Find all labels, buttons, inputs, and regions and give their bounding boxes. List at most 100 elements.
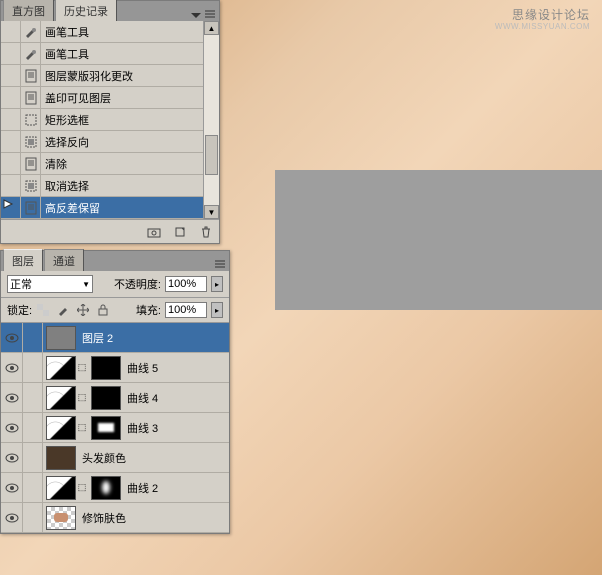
layers-list: 图层 2 ⬚ 曲线 5 ⬚ 曲线 4 ⬚ 曲线 3 头发颜色 ⬚ 曲线 2 修饰… bbox=[1, 323, 229, 533]
opacity-input[interactable]: 100% bbox=[165, 276, 207, 292]
scroll-thumb[interactable] bbox=[205, 135, 218, 175]
history-source-col[interactable] bbox=[1, 197, 21, 218]
layer-thumb[interactable] bbox=[46, 416, 76, 440]
eye-icon bbox=[5, 453, 19, 463]
panel-menu-lines-icon[interactable] bbox=[203, 7, 217, 21]
layer-thumb[interactable] bbox=[46, 506, 76, 530]
scroll-down-icon[interactable]: ▼ bbox=[204, 205, 219, 219]
scroll-up-icon[interactable]: ▲ bbox=[204, 21, 219, 35]
history-item[interactable]: 图层蒙版羽化更改 bbox=[1, 65, 219, 87]
layer-row[interactable]: ⬚ 曲线 2 bbox=[1, 473, 229, 503]
layer-lock-row: 锁定: 填充: 100% ▸ bbox=[1, 298, 229, 323]
layer-mask-thumb[interactable] bbox=[91, 416, 121, 440]
history-source-col[interactable] bbox=[1, 43, 21, 64]
link-col[interactable] bbox=[23, 383, 43, 412]
lock-brush-icon[interactable] bbox=[56, 303, 70, 317]
layer-row[interactable]: ⬚ 曲线 4 bbox=[1, 383, 229, 413]
history-item-label: 画笔工具 bbox=[41, 46, 219, 62]
tab-history[interactable]: 历史记录 bbox=[55, 0, 117, 21]
layer-thumb[interactable] bbox=[46, 386, 76, 410]
link-icon[interactable]: ⬚ bbox=[78, 422, 86, 433]
layers-menu-icon[interactable] bbox=[213, 257, 227, 271]
link-icon[interactable]: ⬚ bbox=[78, 392, 86, 403]
blend-mode-value: 正常 bbox=[10, 276, 32, 292]
layers-panel: 图层 通道 正常 ▼ 不透明度: 100% ▸ 锁定: 填充: 100% ▸ bbox=[0, 250, 230, 534]
history-item[interactable]: 清除 bbox=[1, 153, 219, 175]
link-icon[interactable]: ⬚ bbox=[78, 362, 86, 373]
history-source-col[interactable] bbox=[1, 175, 21, 196]
history-item[interactable]: 取消选择 bbox=[1, 175, 219, 197]
fill-input[interactable]: 100% bbox=[165, 302, 207, 318]
tab-layers[interactable]: 图层 bbox=[3, 249, 43, 271]
fill-arrow-icon[interactable]: ▸ bbox=[211, 302, 223, 318]
history-item-label: 取消选择 bbox=[41, 178, 219, 194]
doc-icon bbox=[22, 69, 40, 83]
layer-label: 曲线 5 bbox=[121, 360, 229, 376]
history-source-col[interactable] bbox=[1, 87, 21, 108]
lock-label: 锁定: bbox=[7, 302, 32, 318]
doc-icon bbox=[22, 157, 40, 171]
history-item[interactable]: 矩形选框 bbox=[1, 109, 219, 131]
history-item[interactable]: 画笔工具 bbox=[1, 43, 219, 65]
opacity-label: 不透明度: bbox=[114, 276, 161, 292]
visibility-toggle[interactable] bbox=[1, 323, 23, 352]
layer-row[interactable]: ⬚ 曲线 3 bbox=[1, 413, 229, 443]
link-col[interactable] bbox=[23, 503, 43, 532]
lock-all-icon[interactable] bbox=[96, 303, 110, 317]
link-col[interactable] bbox=[23, 323, 43, 352]
layer-thumb[interactable] bbox=[46, 446, 76, 470]
link-col[interactable] bbox=[23, 473, 43, 502]
layer-thumb[interactable] bbox=[46, 476, 76, 500]
history-icon-col bbox=[21, 153, 41, 174]
history-source-col[interactable] bbox=[1, 153, 21, 174]
layer-row[interactable]: 头发颜色 bbox=[1, 443, 229, 473]
tab-histogram[interactable]: 直方图 bbox=[3, 0, 54, 21]
visibility-toggle[interactable] bbox=[1, 503, 23, 532]
layer-label: 修饰肤色 bbox=[76, 510, 229, 526]
layer-thumb[interactable] bbox=[46, 326, 76, 350]
history-item[interactable]: 盖印可见图层 bbox=[1, 87, 219, 109]
history-item-label: 盖印可见图层 bbox=[41, 90, 219, 106]
visibility-toggle[interactable] bbox=[1, 443, 23, 472]
layer-mask-thumb[interactable] bbox=[91, 476, 121, 500]
eye-icon bbox=[5, 363, 19, 373]
visibility-toggle[interactable] bbox=[1, 473, 23, 502]
fill-label: 填充: bbox=[136, 302, 161, 318]
link-icon[interactable]: ⬚ bbox=[78, 482, 86, 493]
link-col[interactable] bbox=[23, 353, 43, 382]
lock-transparency-icon[interactable] bbox=[36, 303, 50, 317]
opacity-arrow-icon[interactable]: ▸ bbox=[211, 276, 223, 292]
layer-thumb[interactable] bbox=[46, 356, 76, 380]
doc-icon bbox=[22, 201, 40, 215]
blend-mode-select[interactable]: 正常 ▼ bbox=[7, 275, 93, 293]
link-col[interactable] bbox=[23, 413, 43, 442]
layer-label: 曲线 4 bbox=[121, 390, 229, 406]
layer-mask-thumb[interactable] bbox=[91, 386, 121, 410]
history-item[interactable]: 高反差保留 bbox=[1, 197, 219, 219]
history-icon-col bbox=[21, 197, 41, 218]
history-source-col[interactable] bbox=[1, 65, 21, 86]
history-scrollbar[interactable]: ▲ ▼ bbox=[203, 21, 219, 219]
trash-icon[interactable] bbox=[197, 224, 215, 240]
panel-menu-icon[interactable] bbox=[189, 7, 203, 21]
create-snapshot-icon[interactable] bbox=[145, 224, 163, 240]
history-item[interactable]: 选择反向 bbox=[1, 131, 219, 153]
tab-channels[interactable]: 通道 bbox=[44, 249, 84, 271]
history-source-col[interactable] bbox=[1, 131, 21, 152]
history-icon-col bbox=[21, 109, 41, 130]
new-doc-icon[interactable] bbox=[171, 224, 189, 240]
history-item[interactable]: 画笔工具 bbox=[1, 21, 219, 43]
history-panel: 直方图 历史记录 画笔工具 画笔工具 图层蒙版羽化更改 盖印可见图层 矩形选框 … bbox=[0, 0, 220, 244]
layer-row[interactable]: 修饰肤色 bbox=[1, 503, 229, 533]
visibility-toggle[interactable] bbox=[1, 413, 23, 442]
layer-row[interactable]: 图层 2 bbox=[1, 323, 229, 353]
visibility-toggle[interactable] bbox=[1, 353, 23, 382]
history-source-col[interactable] bbox=[1, 21, 21, 42]
layer-mask-thumb[interactable] bbox=[91, 356, 121, 380]
marquee-icon bbox=[22, 113, 40, 127]
layer-row[interactable]: ⬚ 曲线 5 bbox=[1, 353, 229, 383]
lock-move-icon[interactable] bbox=[76, 303, 90, 317]
history-source-col[interactable] bbox=[1, 109, 21, 130]
link-col[interactable] bbox=[23, 443, 43, 472]
visibility-toggle[interactable] bbox=[1, 383, 23, 412]
